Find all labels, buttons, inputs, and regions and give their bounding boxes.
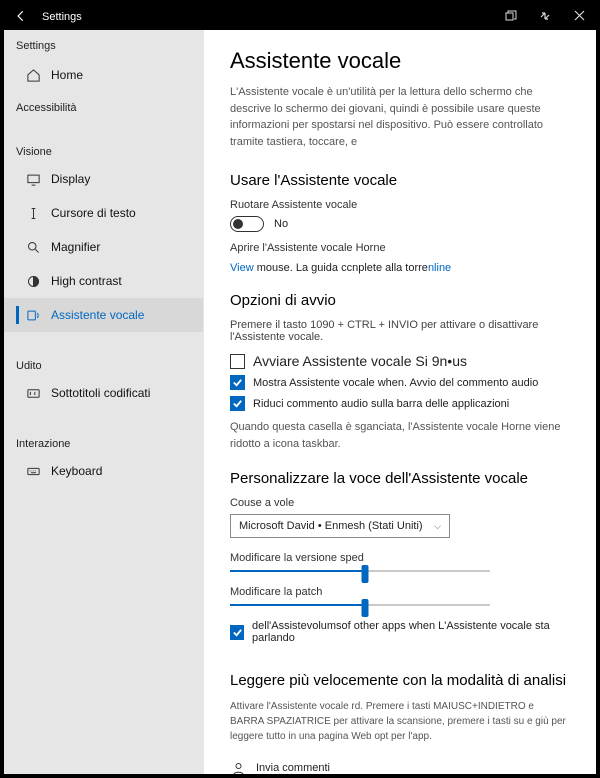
section-use-narrator: Usare l'Assistente vocale [230,172,570,189]
pitch-slider-label: Modificare la patch [230,586,570,598]
main-content: Assistente vocale L'Assistente vocale è … [204,30,596,774]
cc-icon [25,385,41,401]
checkbox-lower-volume[interactable]: dell'Assistevolumsof other apps when L'A… [230,620,570,644]
sidebar-group-accessibility: Accessibilità [4,92,203,118]
checkbox-icon [230,625,244,640]
sidebar-item-label: Magnifier [51,240,100,254]
pitch-slider[interactable] [230,604,570,606]
sidebar-item-text-cursor[interactable]: Cursore di testo [4,196,203,230]
display-icon [25,171,41,187]
online-link[interactable]: nline [428,262,451,274]
minimize-description: Quando questa casella è sganciata, l'Ass… [230,419,570,452]
checkbox-start-after-signin[interactable]: Avviare Assistente vocale Si 9n•us [230,353,570,369]
titlebar: Settings [4,4,596,30]
voice-select-value: Microsoft David • Enmesh (Stati Uniti) [239,520,423,532]
voice-select[interactable]: Microsoft David • Enmesh (Stati Uniti) ⌵ [230,514,450,538]
sidebar-item-label: Assistente vocale [51,308,144,322]
sidebar-item-label: Keyboard [51,464,102,478]
home-icon [25,67,41,83]
text-cursor-icon [25,205,41,221]
checkbox-icon [230,375,245,390]
sidebar-item-label: Sottotitoli codificati [51,386,150,400]
section-scan-mode: Leggere più velocemente con la modalità … [230,672,570,689]
contrast-icon [25,273,41,289]
narrator-toggle[interactable] [230,216,264,232]
sidebar-item-display[interactable]: Display [4,162,203,196]
restore-small-button[interactable] [494,10,528,25]
page-title: Assistente vocale [230,48,570,74]
keyboard-icon [25,463,41,479]
speed-slider-label: Modificare la versione sped [230,552,570,564]
maximize-button[interactable] [528,10,562,25]
scan-description: Attivare l'Assistente vocale rd. Premere… [230,699,570,744]
sidebar-group-hearing: Udito [4,350,203,376]
page-description: L'Assistente vocale è un'utilità per la … [230,84,570,150]
sidebar-item-label: Cursore di testo [51,206,136,220]
sidebar-item-narrator[interactable]: Assistente vocale [4,298,203,332]
sidebar-item-label: High contrast [51,274,122,288]
sidebar-item-keyboard[interactable]: Keyboard [4,454,203,488]
sidebar-item-label: Display [51,172,90,186]
startup-hint: Premere il tasto 1090 + CTRL + INVIO per… [230,319,570,343]
sidebar-item-label: Home [51,68,83,82]
sidebar: Settings Home Accessibilità Visione Disp… [4,30,204,774]
chevron-down-icon: ⌵ [434,521,441,532]
feedback-link[interactable]: Invia commenti [230,760,570,774]
sidebar-item-subtitles[interactable]: Sottotitoli codificati [4,376,203,410]
view-link[interactable]: View [230,262,254,274]
sidebar-group-interaction: Interazione [4,428,203,454]
checkbox-minimize-tray[interactable]: Riduci commento audio sulla barra delle … [230,396,570,411]
sidebar-item-magnifier[interactable]: Magnifier [4,230,203,264]
checkbox-icon [230,396,245,411]
window-title: Settings [38,11,494,23]
section-startup: Opzioni di avvio [230,292,570,309]
toggle-label: Ruotare Assistente vocale [230,199,570,211]
speed-slider[interactable] [230,570,570,572]
sidebar-group-vision: Visione [4,136,203,162]
sidebar-item-high-contrast[interactable]: High contrast [4,264,203,298]
app-title: Settings [4,30,203,58]
section-voice: Personalizzare la voce dell'Assistente v… [230,470,570,487]
narrator-icon [25,307,41,323]
open-home-label: Aprire l'Assistente vocale Horne [230,242,570,254]
back-button[interactable] [4,9,38,26]
close-button[interactable] [562,10,596,24]
checkbox-icon [230,354,245,369]
toggle-state: No [274,218,288,230]
voice-select-label: Couse a vole [230,497,570,509]
sidebar-item-home[interactable]: Home [4,58,203,92]
magnifier-icon [25,239,41,255]
guide-line: View mouse. La guida ccnplete alla torre… [230,262,570,274]
feedback-icon [230,760,246,774]
checkbox-show-home[interactable]: Mostra Assistente vocale when. Avvio del… [230,375,570,390]
